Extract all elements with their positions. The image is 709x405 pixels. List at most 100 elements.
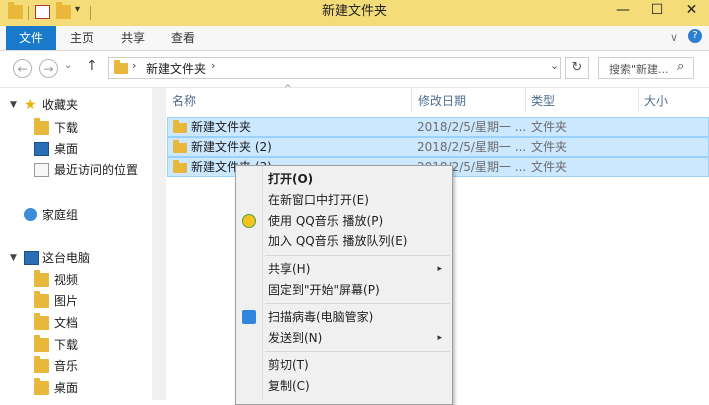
documents-folder-icon — [34, 313, 49, 330]
folder-icon — [173, 140, 187, 153]
nav-label: 音乐 — [54, 359, 79, 373]
address-bar[interactable]: › 新建文件夹 › ⌄ — [108, 57, 561, 79]
back-button[interactable]: ← — [13, 59, 32, 78]
recent-places-icon — [34, 163, 49, 177]
toolbar-divider — [28, 6, 29, 20]
nav-label: 下载 — [54, 338, 79, 352]
column-divider[interactable] — [638, 88, 639, 112]
menu-item-share[interactable]: 共享(H) ▸ — [236, 259, 452, 279]
file-date: 2018/2/5/星期一 ... — [417, 140, 527, 154]
nav-item-videos[interactable]: 视频 — [0, 270, 150, 290]
nav-favorites[interactable]: ▼ ★ 收藏夹 — [0, 95, 150, 115]
close-button[interactable]: ✕ — [674, 0, 709, 22]
videos-folder-icon — [34, 270, 49, 287]
ribbon-tab-bar — [0, 26, 709, 51]
nav-label: 这台电脑 — [42, 251, 91, 265]
desktop-icon — [34, 142, 49, 156]
nav-item-recent[interactable]: 最近访问的位置 — [0, 160, 150, 180]
column-divider[interactable] — [411, 88, 412, 112]
expand-arrow-icon[interactable]: ▼ — [10, 248, 17, 268]
menu-item-open[interactable]: 打开(O) — [236, 169, 452, 189]
navigation-scrollbar[interactable] — [152, 88, 166, 400]
pictures-folder-icon — [34, 291, 49, 308]
minimize-button[interactable]: — — [606, 0, 640, 22]
breadcrumb-item[interactable]: 新建文件夹 — [146, 60, 206, 77]
menu-item-copy[interactable]: 复制(C) — [236, 376, 452, 396]
menu-separator — [265, 303, 450, 304]
submenu-arrow-icon: ▸ — [437, 264, 442, 274]
menu-label: 加入 QQ音乐 播放队列(E) — [268, 234, 408, 248]
file-date: 2018/2/5/星期一 ... — [417, 120, 527, 134]
nav-label: 桌面 — [54, 142, 79, 156]
expand-arrow-icon[interactable]: ▼ — [10, 95, 17, 115]
folder-icon — [8, 2, 23, 19]
toolbar-divider — [90, 6, 91, 20]
menu-item-qq-queue[interactable]: 加入 QQ音乐 播放队列(E) — [236, 231, 452, 251]
file-row[interactable]: 新建文件夹 (2) 2018/2/5/星期一 ... 文件夹 — [167, 137, 709, 157]
file-type: 文件夹 — [531, 160, 568, 174]
title-bar[interactable] — [0, 0, 709, 26]
menu-item-pin-start[interactable]: 固定到"开始"屏幕(P) — [236, 280, 452, 300]
menu-item-send-to[interactable]: 发送到(N) ▸ — [236, 328, 452, 348]
menu-label: 固定到"开始"屏幕(P) — [268, 283, 380, 297]
properties-icon[interactable] — [35, 5, 50, 19]
column-header-type[interactable]: 类型 — [531, 90, 555, 112]
nav-label: 下载 — [54, 121, 79, 135]
menu-label: 共享(H) — [268, 262, 311, 276]
column-divider[interactable] — [525, 88, 526, 112]
menu-separator — [265, 351, 450, 352]
path-separator[interactable]: › — [211, 59, 215, 72]
folder-icon — [173, 120, 187, 133]
star-icon: ★ — [24, 97, 37, 113]
menu-item-qq-play[interactable]: 使用 QQ音乐 播放(P) — [236, 211, 452, 231]
file-name: 新建文件夹 — [191, 120, 252, 134]
refresh-button[interactable]: ↻ — [565, 57, 589, 79]
tab-home[interactable]: 主页 — [70, 26, 94, 50]
qq-music-icon — [242, 214, 256, 228]
address-dropdown[interactable]: ⌄ — [550, 59, 559, 72]
file-row[interactable]: 新建文件夹 2018/2/5/星期一 ... 文件夹 — [167, 117, 709, 137]
maximize-button[interactable]: ☐ — [640, 0, 674, 22]
forward-button[interactable]: → — [39, 59, 58, 78]
shield-icon — [242, 310, 256, 324]
quick-access-dropdown[interactable]: ▾ — [75, 4, 80, 15]
folder-icon — [114, 60, 128, 74]
nav-item-pictures[interactable]: 图片 — [0, 291, 150, 311]
column-header-size[interactable]: 大小 — [644, 90, 668, 112]
menu-separator — [265, 255, 450, 256]
column-header-name[interactable]: 名称 — [172, 90, 196, 112]
nav-item-downloads[interactable]: 下载 — [0, 118, 150, 138]
downloads-folder-icon — [34, 118, 49, 135]
new-folder-icon[interactable] — [56, 2, 71, 19]
tab-share[interactable]: 共享 — [121, 26, 145, 50]
menu-label: 扫描病毒(电脑管家) — [268, 310, 374, 324]
nav-this-pc[interactable]: ▼ 这台电脑 — [0, 248, 150, 268]
menu-label: 发送到(N) — [268, 331, 323, 345]
search-input[interactable]: 搜索"新建... — [609, 61, 669, 77]
search-icon[interactable]: ⌕ — [677, 59, 684, 74]
sort-indicator-icon: ^ — [284, 84, 292, 94]
menu-item-cut[interactable]: 剪切(T) — [236, 355, 452, 375]
nav-item-desktop[interactable]: 桌面 — [0, 139, 150, 159]
computer-icon — [24, 251, 39, 265]
menu-item-open-new-window[interactable]: 在新窗口中打开(E) — [236, 190, 452, 210]
nav-item-documents[interactable]: 文档 — [0, 313, 150, 333]
nav-item-downloads-pc[interactable]: 下载 — [0, 335, 150, 355]
nav-item-desktop-pc[interactable]: 桌面 — [0, 378, 150, 398]
history-dropdown[interactable]: ⌄ — [64, 60, 72, 71]
path-separator[interactable]: › — [132, 59, 136, 72]
tab-file[interactable]: 文件 — [6, 26, 56, 50]
help-icon[interactable]: ? — [688, 29, 702, 43]
nav-homegroup[interactable]: 家庭组 — [0, 205, 150, 225]
column-header-date[interactable]: 修改日期 — [418, 90, 466, 112]
desktop-folder-icon — [34, 378, 49, 395]
up-button[interactable]: ↑ — [86, 58, 98, 74]
nav-label: 图片 — [54, 294, 79, 308]
menu-item-scan-virus[interactable]: 扫描病毒(电脑管家) — [236, 307, 452, 327]
tab-view[interactable]: 查看 — [171, 26, 195, 50]
search-box[interactable]: 搜索"新建... ⌕ — [598, 57, 694, 79]
nav-label: 文档 — [54, 316, 79, 330]
nav-label: 最近访问的位置 — [54, 163, 139, 177]
ribbon-collapse-icon[interactable]: ∨ — [670, 31, 678, 44]
nav-item-music[interactable]: 音乐 — [0, 356, 150, 376]
